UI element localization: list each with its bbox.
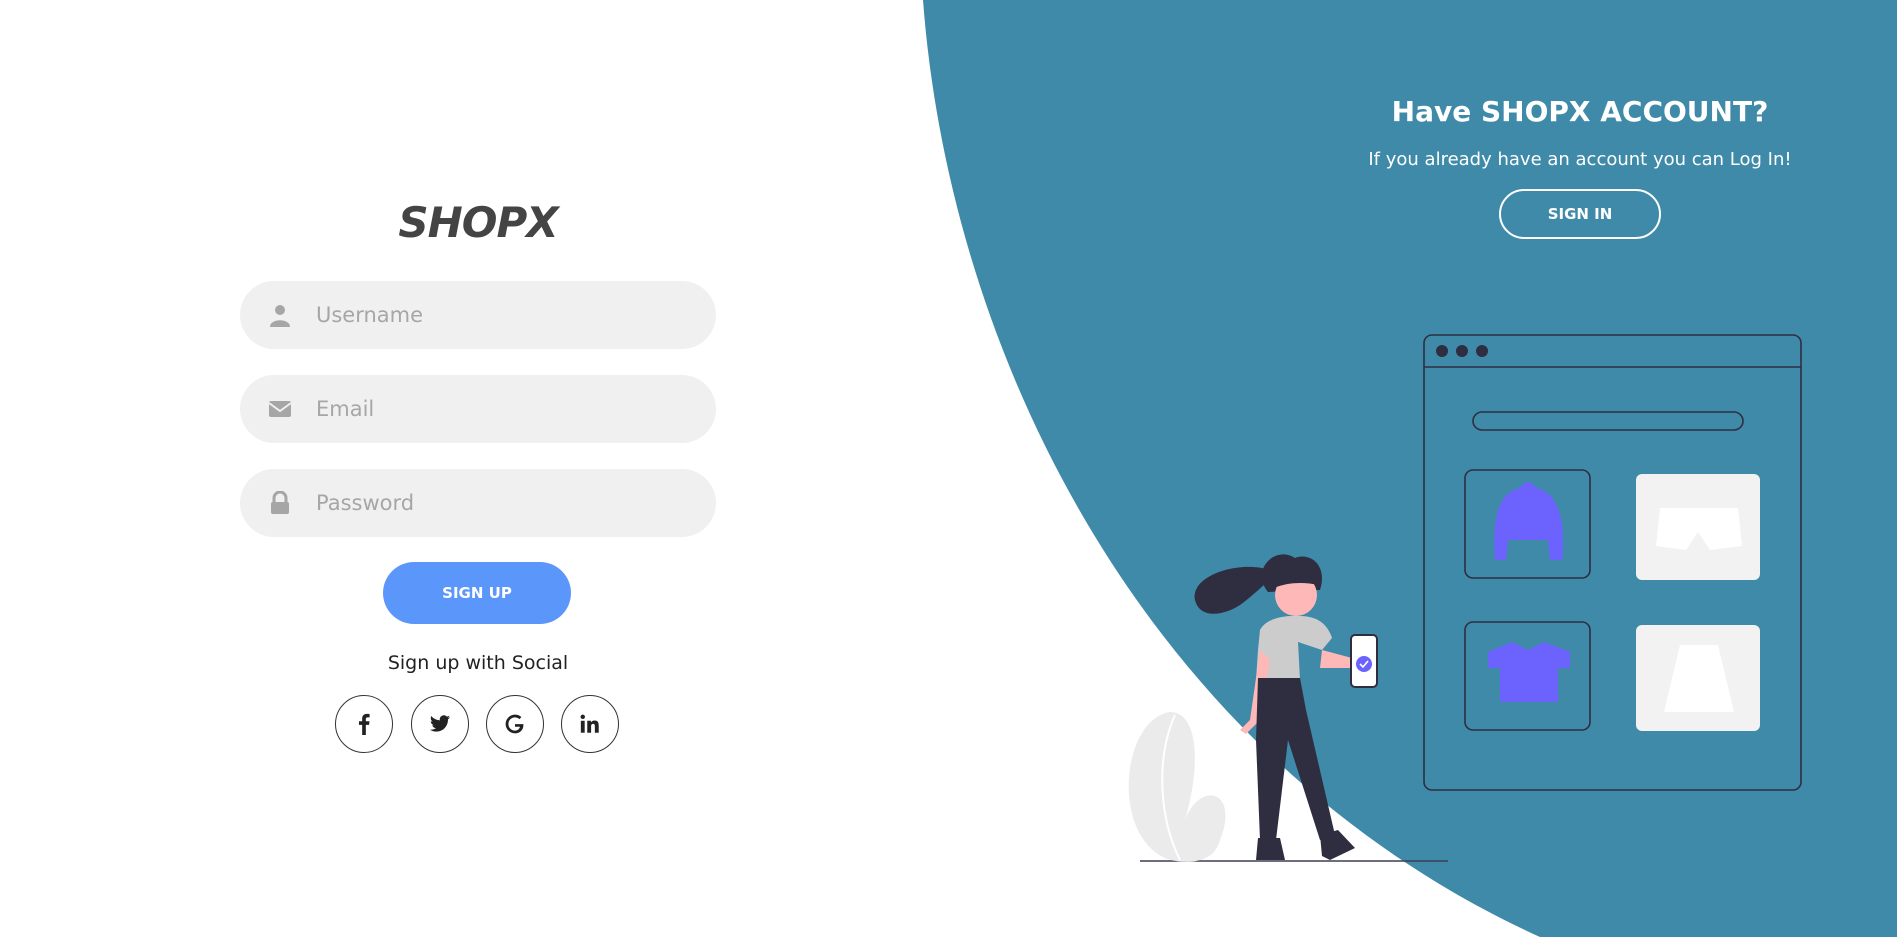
linkedin-icon bbox=[580, 714, 599, 733]
signin-heading: Have SHOPX ACCOUNT? bbox=[1391, 95, 1769, 128]
username-input[interactable] bbox=[316, 281, 696, 349]
signin-subtitle: If you already have an account you can L… bbox=[1368, 149, 1792, 170]
social-signup-label: Sign up with Social bbox=[387, 652, 569, 674]
facebook-button[interactable] bbox=[335, 695, 393, 753]
google-icon bbox=[505, 714, 524, 734]
password-input[interactable] bbox=[316, 469, 696, 537]
plant-graphic bbox=[1128, 712, 1226, 862]
email-field[interactable] bbox=[240, 375, 716, 443]
sign-up-button[interactable]: SIGN UP bbox=[383, 562, 571, 624]
brand-logo: SHOPX bbox=[398, 198, 558, 247]
twitter-icon bbox=[429, 715, 451, 732]
email-input[interactable] bbox=[316, 375, 696, 443]
password-field[interactable] bbox=[240, 469, 716, 537]
browser-window-graphic bbox=[1423, 334, 1802, 791]
shopping-illustration bbox=[1128, 334, 1802, 862]
user-icon bbox=[270, 305, 290, 327]
twitter-button[interactable] bbox=[411, 695, 469, 753]
facebook-icon bbox=[358, 713, 370, 735]
username-field[interactable] bbox=[240, 281, 716, 349]
signup-page: SHOPX SIGN UP Sign up with Social bbox=[0, 0, 1897, 937]
sign-in-button[interactable]: SIGN IN bbox=[1499, 189, 1661, 239]
google-button[interactable] bbox=[486, 695, 544, 753]
envelope-icon bbox=[268, 401, 292, 417]
linkedin-button[interactable] bbox=[561, 695, 619, 753]
lock-icon bbox=[271, 491, 289, 514]
